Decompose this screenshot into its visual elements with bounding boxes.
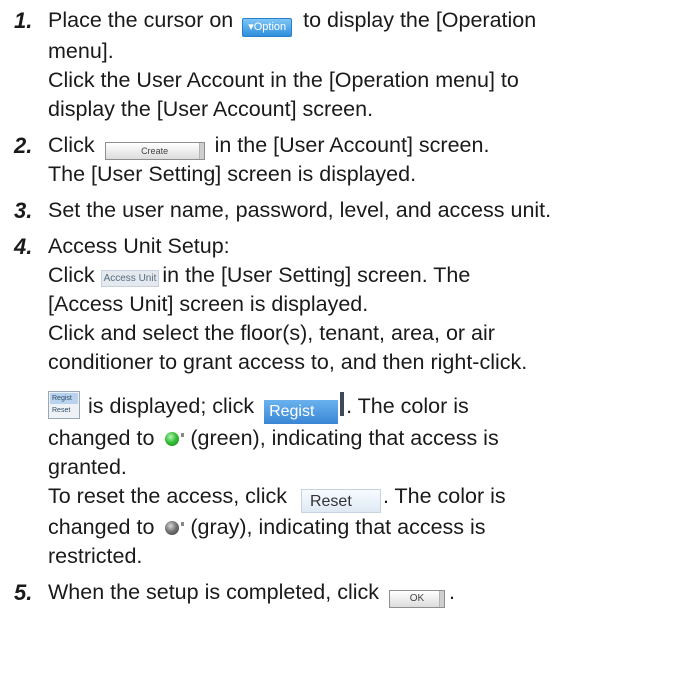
step-text: changed to bbox=[48, 426, 155, 450]
step-text: menu]. bbox=[48, 39, 114, 63]
create-button[interactable]: Create bbox=[104, 142, 205, 160]
step-text: (gray), indicating that access is bbox=[190, 515, 486, 539]
step-text: display the [User Account] screen. bbox=[48, 97, 374, 121]
access-unit-button[interactable]: Access Unit bbox=[100, 270, 160, 287]
step-text: (green), indicating that access is bbox=[190, 426, 499, 450]
step-4: 4. Access Unit Setup: Click Access Unit i… bbox=[14, 232, 669, 571]
step-text: restricted. bbox=[48, 544, 143, 568]
step-text: Click bbox=[48, 263, 95, 287]
instructions: 1. Place the cursor on ▾Option to displa… bbox=[14, 6, 669, 615]
step-text: When the setup is completed, click bbox=[48, 580, 380, 604]
step-text: The [User Setting] screen is displayed. bbox=[48, 162, 417, 186]
step-text: to display the [Operation bbox=[303, 8, 537, 32]
ok-button[interactable]: OK bbox=[389, 590, 445, 608]
step-text: in the [User Account] screen. bbox=[214, 133, 490, 157]
reset-button[interactable]: Reset bbox=[300, 489, 381, 513]
step-text: Click and select the floor(s), tenant, a… bbox=[48, 321, 495, 345]
step-text: [Access Unit] screen is displayed. bbox=[48, 292, 369, 316]
step-2: 2. Click Create in the [User Account] sc… bbox=[14, 131, 669, 189]
step-text: Place the cursor on bbox=[48, 8, 234, 32]
step-number: 3. bbox=[14, 198, 33, 223]
step-number: 4. bbox=[14, 234, 33, 259]
option-button[interactable]: ▾Option bbox=[242, 18, 293, 37]
step-text: changed to bbox=[48, 515, 155, 539]
step-text: in the [User Setting] screen. The bbox=[162, 263, 471, 287]
green-status-dot-icon bbox=[165, 432, 180, 446]
step-3: 3. Set the user name, password, level, a… bbox=[14, 196, 669, 225]
step-text: . bbox=[449, 580, 455, 604]
step-text: conditioner to grant access to, and then… bbox=[48, 350, 528, 374]
step-text: To reset the access, click bbox=[48, 484, 287, 508]
step-1: 1. Place the cursor on ▾Option to displa… bbox=[14, 6, 669, 124]
step-text: . The color is bbox=[346, 394, 469, 418]
step-number: 1. bbox=[14, 8, 33, 33]
step-text: granted. bbox=[48, 455, 127, 479]
step-text: Access Unit Setup: bbox=[48, 234, 230, 258]
step-text: Click the User Account in the [Operation… bbox=[48, 68, 519, 92]
regist-button[interactable]: Regist bbox=[264, 400, 339, 424]
step-number: 2. bbox=[14, 133, 33, 158]
gray-status-dot-icon bbox=[165, 521, 180, 535]
context-menu[interactable]: Regist Reset bbox=[48, 391, 80, 419]
step-5: 5. When the setup is completed, click OK… bbox=[14, 578, 669, 608]
step-text: is displayed; click bbox=[87, 394, 255, 418]
context-menu-regist[interactable]: Regist bbox=[50, 393, 78, 404]
step-text: Set the user name, password, level, and … bbox=[48, 198, 552, 222]
step-text: . The color is bbox=[382, 484, 506, 508]
step-text: Click bbox=[48, 133, 95, 157]
context-menu-reset[interactable]: Reset bbox=[50, 405, 78, 416]
step-number: 5. bbox=[14, 580, 33, 605]
